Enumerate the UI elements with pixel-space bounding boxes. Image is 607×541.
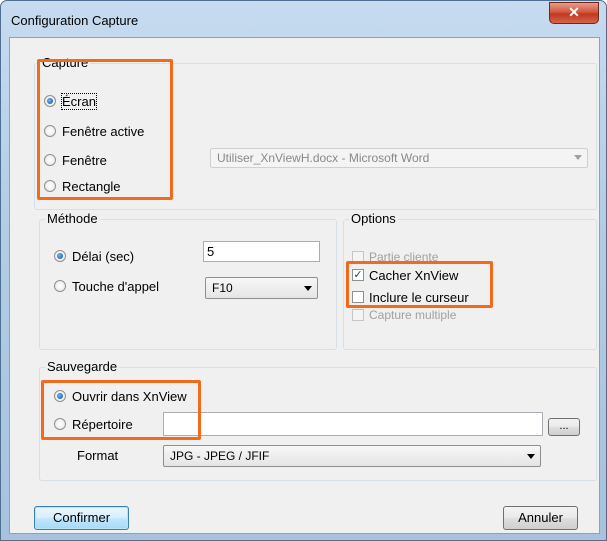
chevron-down-icon bbox=[574, 155, 582, 160]
radio-touche-appel[interactable]: Touche d'appel bbox=[54, 277, 159, 295]
chevron-down-icon bbox=[304, 286, 312, 291]
radio-touche-label: Touche d'appel bbox=[72, 278, 160, 294]
methode-legend: Méthode bbox=[45, 211, 100, 226]
directory-input[interactable] bbox=[163, 412, 543, 436]
close-icon: ✕ bbox=[568, 4, 580, 20]
confirm-button[interactable]: Confirmer bbox=[34, 506, 129, 530]
chevron-down-icon bbox=[527, 454, 535, 459]
delay-input[interactable]: 5 bbox=[203, 241, 320, 262]
close-button[interactable]: ✕ bbox=[549, 2, 599, 24]
hotkey-select[interactable]: F10 bbox=[205, 277, 318, 299]
title-bar[interactable]: Configuration Capture ✕ bbox=[1, 1, 606, 37]
capture-highlight bbox=[37, 59, 173, 200]
window-select-value: Utiliser_XnViewH.docx - Microsoft Word bbox=[217, 151, 430, 165]
radio-button-icon[interactable] bbox=[54, 280, 66, 292]
format-label: Format bbox=[77, 448, 119, 463]
sauvegarde-highlight bbox=[41, 380, 201, 440]
cancel-button[interactable]: Annuler bbox=[503, 506, 578, 530]
options-legend: Options bbox=[349, 211, 398, 226]
hotkey-select-value: F10 bbox=[212, 281, 233, 295]
window-title: Configuration Capture bbox=[11, 13, 139, 28]
browse-button[interactable]: ... bbox=[548, 418, 580, 436]
radio-delai[interactable]: Délai (sec) bbox=[54, 247, 134, 265]
format-select-value: JPG - JPEG / JFIF bbox=[170, 449, 270, 463]
radio-delai-label: Délai (sec) bbox=[72, 248, 135, 264]
dialog-body: Capture Écran Fenêtre active Fenêtre Rec… bbox=[9, 37, 600, 534]
check-capture-multiple-label: Capture multiple bbox=[369, 308, 457, 322]
options-highlight bbox=[346, 261, 493, 308]
window-select[interactable]: Utiliser_XnViewH.docx - Microsoft Word bbox=[210, 148, 588, 168]
sauvegarde-legend: Sauvegarde bbox=[45, 359, 120, 374]
check-capture-multiple[interactable]: Capture multiple bbox=[352, 306, 456, 324]
dialog-window: Configuration Capture ✕ Capture Écran Fe… bbox=[0, 0, 607, 541]
format-select[interactable]: JPG - JPEG / JFIF bbox=[163, 445, 541, 467]
radio-button-icon[interactable] bbox=[54, 250, 66, 262]
checkbox-icon[interactable] bbox=[352, 309, 364, 321]
